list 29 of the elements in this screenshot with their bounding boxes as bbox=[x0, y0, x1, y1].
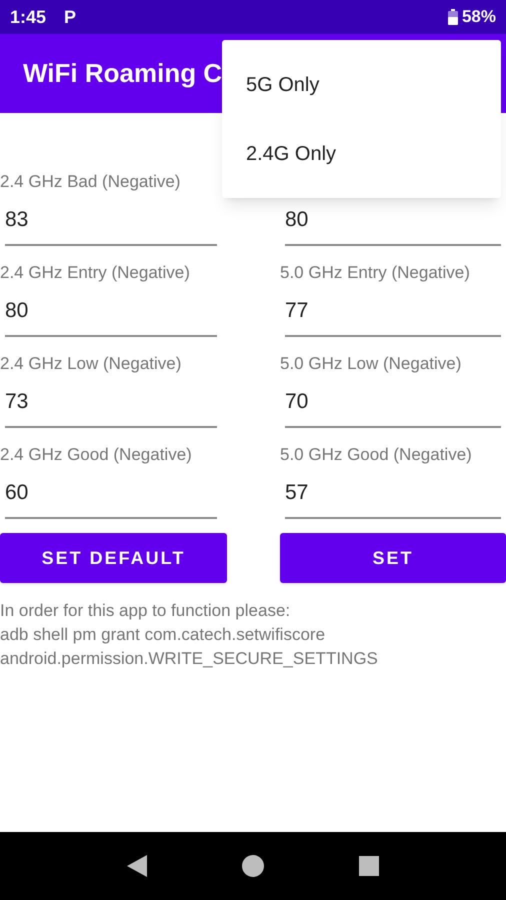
number-field[interactable]: 83 bbox=[5, 196, 217, 246]
instruction-line: adb shell pm grant com.catech.setwifiscore bbox=[0, 624, 326, 646]
set-default-button[interactable]: SET DEFAULT bbox=[0, 533, 227, 583]
menu-item[interactable]: 2.4G Only bbox=[246, 138, 336, 168]
clock-time: 1:45 bbox=[10, 6, 46, 28]
recents-icon[interactable] bbox=[358, 856, 379, 876]
app-title: WiFi Roaming C bbox=[23, 57, 222, 90]
field-label: 2.4 GHz Low (Negative) bbox=[0, 353, 182, 376]
field-label: 2.4 GHz Entry (Negative) bbox=[0, 262, 190, 284]
battery-percent: 58% bbox=[462, 6, 496, 28]
number-field[interactable]: 80 bbox=[5, 287, 217, 337]
battery-icon bbox=[448, 9, 458, 25]
number-field[interactable]: 60 bbox=[5, 469, 217, 519]
instruction-line: In order for this app to function please: bbox=[0, 600, 292, 622]
field-label: 2.4 GHz Bad (Negative) bbox=[0, 171, 180, 194]
field-label: 5.0 GHz Good (Negative) bbox=[280, 444, 472, 466]
field-label: 5.0 GHz Entry (Negative) bbox=[280, 262, 470, 284]
back-icon[interactable] bbox=[127, 855, 148, 877]
notification-icon: P bbox=[64, 4, 76, 30]
number-field[interactable]: 73 bbox=[5, 378, 217, 428]
number-field[interactable]: 57 bbox=[285, 469, 501, 519]
home-icon[interactable] bbox=[242, 855, 264, 877]
set-button[interactable]: SET bbox=[280, 533, 506, 583]
number-field[interactable]: 77 bbox=[285, 287, 501, 337]
instruction-line: android.permission.WRITE_SECURE_SETTINGS bbox=[0, 648, 379, 670]
field-label: 5.0 GHz Low (Negative) bbox=[280, 353, 462, 376]
number-field[interactable]: 70 bbox=[285, 378, 501, 428]
menu-item[interactable]: 5G Only bbox=[246, 70, 320, 100]
field-label: 2.4 GHz Good (Negative) bbox=[0, 444, 192, 466]
